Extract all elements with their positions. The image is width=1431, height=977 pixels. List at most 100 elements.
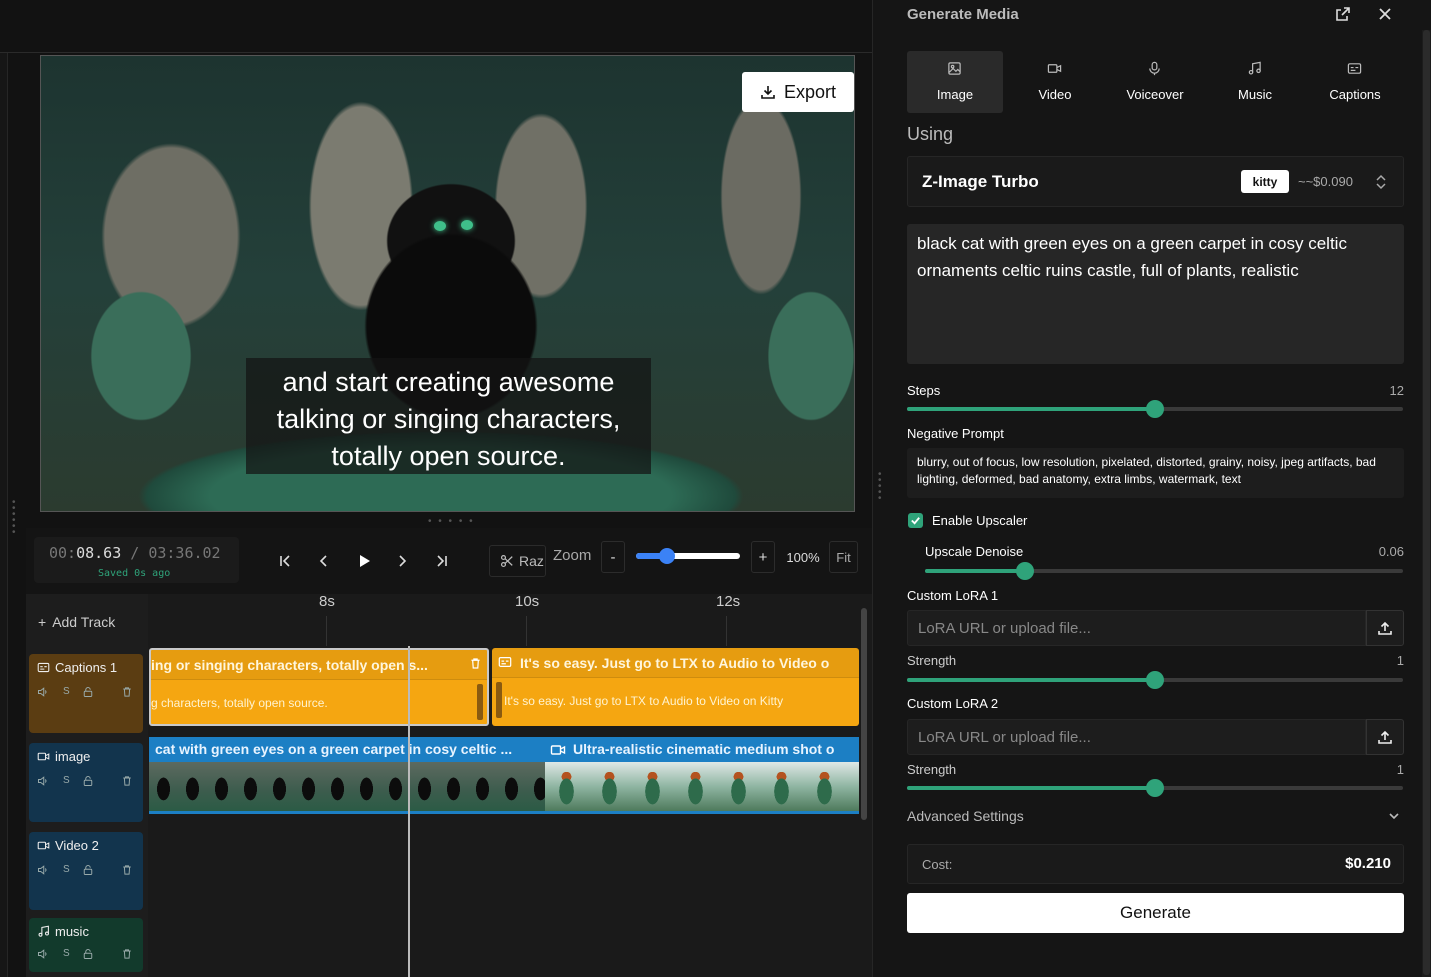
generate-button[interactable]: Generate [907, 893, 1404, 933]
enable-upscaler-label[interactable]: Enable Upscaler [932, 513, 1027, 528]
fit-button[interactable]: Fit [829, 541, 858, 573]
tab-video[interactable]: Video [1007, 51, 1103, 113]
thumbnail-frame [410, 762, 440, 811]
mute-button[interactable] [37, 775, 49, 790]
delete-track-button[interactable] [121, 686, 133, 701]
track-header-captions[interactable]: Captions 1 S [29, 654, 143, 733]
lock-button[interactable] [82, 864, 94, 879]
ruler-label: 8s [319, 593, 335, 610]
left-resize-handle[interactable]: • • • • • • [12, 498, 16, 538]
track-name: Captions 1 [37, 660, 117, 675]
skip-to-end-button[interactable] [430, 548, 454, 574]
mute-button[interactable] [37, 864, 49, 879]
slider-knob[interactable] [1146, 400, 1164, 418]
clip-thumbnails [545, 762, 859, 811]
zoom-in-button[interactable]: + [751, 541, 775, 573]
clip-trim-handle[interactable] [496, 682, 502, 718]
track-header-music[interactable]: music S [29, 918, 143, 972]
add-track-button[interactable]: + Add Track [38, 614, 115, 630]
delete-track-button[interactable] [121, 948, 133, 963]
razor-tool-button[interactable]: Raz [489, 545, 546, 577]
strength-2-label: Strength [907, 762, 957, 777]
chevron-down-icon[interactable] [1387, 809, 1401, 823]
upscale-denoise-label: Upscale Denoise [925, 544, 1024, 559]
steps-label: Steps [907, 383, 941, 398]
timecode-text: 00:08.63 / 03:36.02 [49, 544, 221, 562]
skip-to-start-button[interactable] [273, 548, 297, 574]
lock-button[interactable] [82, 686, 94, 701]
tab-voiceover[interactable]: Voiceover [1107, 51, 1203, 113]
slider-knob[interactable] [1146, 779, 1164, 797]
next-frame-button[interactable] [390, 548, 414, 574]
close-icon[interactable] [1376, 5, 1394, 23]
lora-2-input[interactable]: LoRA URL or upload file... [907, 719, 1366, 755]
mute-button[interactable] [37, 686, 49, 701]
solo-button[interactable]: S [63, 686, 70, 697]
solo-button[interactable]: S [63, 948, 70, 959]
strength-2-value: 1 [1396, 762, 1404, 777]
zoom-slider[interactable] [636, 548, 740, 564]
zoom-label: Zoom [553, 547, 592, 564]
video-clip[interactable]: Ultra-realistic cinematic medium shot o [545, 737, 859, 814]
track-name: Video 2 [37, 838, 99, 853]
media-type-tabs: Image Video Voiceover Music Captions [907, 51, 1404, 113]
export-button[interactable]: Export [742, 72, 854, 112]
play-button[interactable] [352, 548, 376, 574]
lock-button[interactable] [82, 775, 94, 790]
playhead[interactable] [408, 646, 410, 977]
previous-frame-button[interactable] [312, 548, 336, 574]
trash-icon[interactable] [469, 657, 482, 670]
model-selector[interactable]: Z-Image Turbo kitty ~~$0.090 [907, 156, 1404, 207]
time-current-seconds: 08.63 [76, 544, 122, 562]
lock-button[interactable] [82, 948, 94, 963]
video-preview[interactable]: and start creating awesome talking or si… [40, 55, 855, 512]
lora-2-upload-button[interactable] [1366, 719, 1404, 755]
thumbnail-frame [323, 762, 353, 811]
tab-music[interactable]: Music [1207, 51, 1303, 113]
clip-thumbnails [149, 762, 545, 811]
resize-handle[interactable]: • • • • • [428, 516, 475, 527]
advanced-settings-toggle[interactable]: Advanced Settings [907, 808, 1024, 824]
mute-button[interactable] [37, 948, 49, 963]
zoom-out-button[interactable]: - [601, 541, 625, 573]
tab-label: Captions [1329, 87, 1381, 102]
strength-2-slider[interactable] [907, 779, 1403, 797]
lora-1-upload-button[interactable] [1366, 610, 1404, 646]
caption-clip[interactable]: It's so easy. Just go to LTX to Audio to… [492, 648, 859, 726]
negative-prompt-label: Negative Prompt [907, 426, 1004, 441]
steps-slider[interactable] [907, 400, 1403, 418]
tab-image[interactable]: Image [907, 51, 1003, 113]
solo-button[interactable]: S [63, 864, 70, 875]
lora-1-input[interactable]: LoRA URL or upload file... [907, 610, 1366, 646]
zoom-slider-knob[interactable] [659, 548, 676, 564]
lock-icon [83, 776, 93, 786]
track-header-image[interactable]: image S [29, 743, 143, 822]
panel-scrollbar[interactable] [1422, 30, 1431, 977]
trash-icon [123, 949, 131, 959]
timeline-scrollbar-thumb[interactable] [861, 608, 867, 820]
timeline-scrollbar[interactable] [860, 600, 868, 970]
solo-button[interactable]: S [63, 775, 70, 786]
panel-resize-handle[interactable]: • • • • • [878, 470, 882, 504]
scissors-icon [500, 554, 513, 568]
negative-prompt-input[interactable]: blurry, out of focus, low resolution, pi… [907, 448, 1404, 498]
slider-knob[interactable] [1146, 671, 1164, 689]
thumbnail-frame [545, 762, 589, 811]
delete-track-button[interactable] [121, 775, 133, 790]
panel-scrollbar-thumb[interactable] [1423, 30, 1430, 975]
saved-status: Saved 0s ago [98, 568, 171, 579]
upscale-denoise-slider[interactable] [925, 562, 1403, 580]
track-name-label: music [55, 924, 89, 939]
clip-trim-handle[interactable] [477, 684, 483, 720]
thumbnail-frame [846, 762, 859, 811]
external-link-icon[interactable] [1334, 5, 1352, 23]
delete-track-button[interactable] [121, 864, 133, 879]
track-header-video-2[interactable]: Video 2 S [29, 832, 143, 910]
caption-clip[interactable]: ing or singing characters, totally open … [149, 648, 489, 726]
image-clip[interactable]: cat with green eyes on a green carpet in… [149, 737, 545, 814]
tab-captions[interactable]: Captions [1307, 51, 1403, 113]
strength-1-slider[interactable] [907, 671, 1403, 689]
prompt-input[interactable]: black cat with green eyes on a green car… [907, 224, 1404, 364]
enable-upscaler-checkbox[interactable] [908, 513, 923, 528]
slider-knob[interactable] [1016, 562, 1035, 580]
